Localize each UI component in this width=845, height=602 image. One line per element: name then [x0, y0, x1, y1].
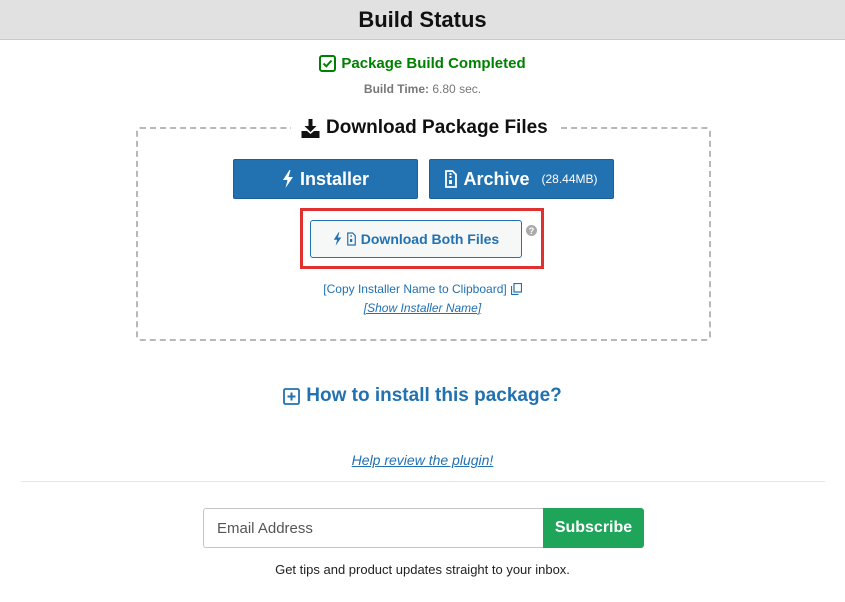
- installer-button[interactable]: Installer: [233, 159, 418, 199]
- subscribe-form: Subscribe: [203, 508, 644, 548]
- build-time-label: Build Time:: [363, 82, 430, 96]
- installer-button-label: Installer: [299, 168, 370, 189]
- checkbox-check-icon: [319, 55, 337, 72]
- show-installer-name: [Show Installer Name]: [0, 301, 845, 315]
- build-time: Build Time: 6.80 sec.: [0, 82, 845, 96]
- howto-section: How to install this package?: [0, 385, 845, 411]
- archive-size: (28.44MB): [541, 172, 598, 186]
- review-section: Help review the plugin!: [0, 452, 845, 468]
- status-line: Package Build Completed: [319, 55, 526, 72]
- download-panel-title: Download Package Files: [291, 116, 558, 140]
- copy-installer-link[interactable]: [Copy Installer Name to Clipboard]: [323, 282, 522, 296]
- archive-button-label: Archive: [463, 168, 530, 189]
- file-archive-icon: [346, 232, 356, 246]
- subscribe-button[interactable]: Subscribe: [543, 508, 644, 548]
- bolt-icon: [282, 170, 293, 188]
- download-both-button[interactable]: Download Both Files: [310, 220, 522, 258]
- bolt-icon: [333, 232, 342, 246]
- build-time-value: 6.80 sec.: [432, 82, 482, 96]
- howto-label: How to install this package?: [306, 385, 562, 406]
- subscribe-tagline: Get tips and product updates straight to…: [275, 562, 570, 577]
- plus-square-icon: [283, 387, 301, 405]
- copy-installer-label: [Copy Installer Name to Clipboard]: [323, 282, 507, 296]
- download-panel-title-text: Download Package Files: [326, 117, 548, 138]
- status-message: Package Build Completed: [341, 55, 526, 72]
- file-archive-icon: [445, 170, 458, 188]
- download-both-label: Download Both Files: [360, 231, 500, 247]
- howto-toggle[interactable]: How to install this package?: [283, 385, 562, 407]
- archive-button[interactable]: Archive (28.44MB): [429, 159, 614, 199]
- build-status: Package Build Completed Build Time: 6.80…: [0, 55, 845, 96]
- divider: [21, 481, 825, 482]
- header-bar: Build Status: [0, 0, 845, 40]
- review-link[interactable]: Help review the plugin!: [352, 452, 494, 468]
- download-icon: [301, 118, 320, 138]
- help-icon[interactable]: ?: [526, 225, 537, 236]
- show-installer-link[interactable]: [Show Installer Name]: [364, 301, 481, 315]
- copy-icon: [510, 283, 522, 295]
- page-title: Build Status: [358, 6, 487, 32]
- copy-installer-name: [Copy Installer Name to Clipboard]: [0, 282, 845, 296]
- email-field[interactable]: [203, 508, 543, 548]
